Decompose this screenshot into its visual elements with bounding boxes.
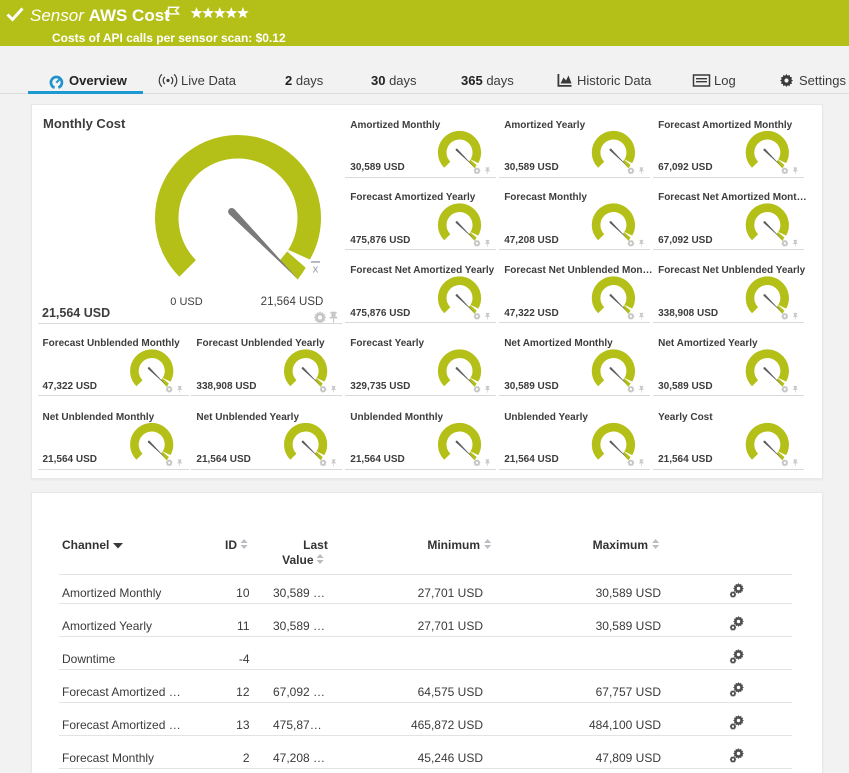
svg-text:x: x [313,264,319,276]
